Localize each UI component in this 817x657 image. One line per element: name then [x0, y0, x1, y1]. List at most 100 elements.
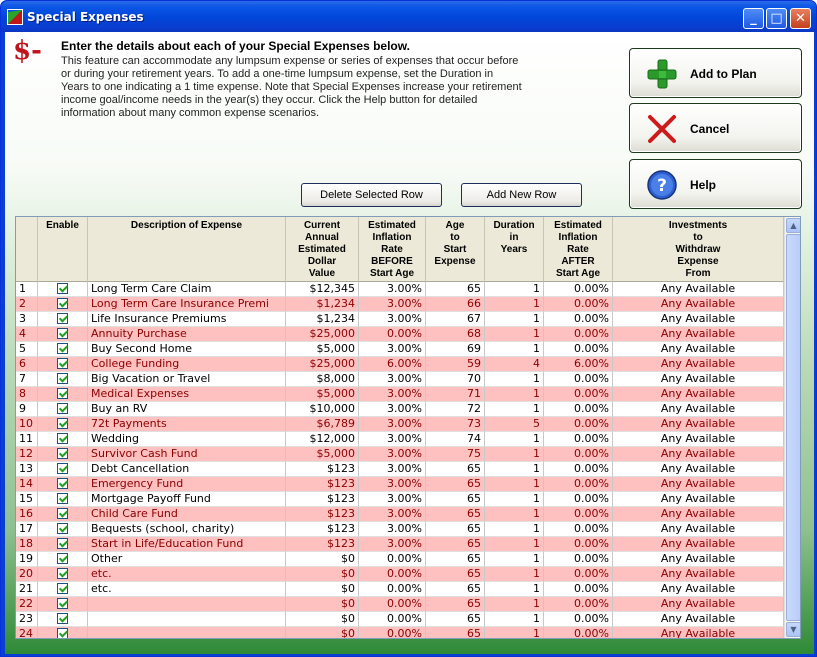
duration-cell[interactable]: 1 [485, 477, 544, 492]
table-row[interactable]: 4 Annuity Purchase $25,000 0.00% 68 1 0.00% Any… [16, 327, 784, 342]
table-row[interactable]: 11 Wedding $12,000 3.00% 74 1 0.00% Any Availab… [16, 432, 784, 447]
inflation-after-cell[interactable]: 0.00% [544, 552, 613, 567]
enable-checkbox[interactable] [38, 567, 88, 582]
start-age-cell[interactable]: 65 [426, 552, 485, 567]
duration-cell[interactable]: 1 [485, 447, 544, 462]
investments-cell[interactable]: Any Available [613, 552, 784, 567]
description-cell[interactable]: Big Vacation or Travel [88, 372, 286, 387]
table-row[interactable]: 9 Buy an RV $10,000 3.00% 72 1 0.00% Any Availa… [16, 402, 784, 417]
duration-cell[interactable]: 4 [485, 357, 544, 372]
duration-cell[interactable]: 1 [485, 597, 544, 612]
table-row[interactable]: 5 Buy Second Home $5,000 3.00% 69 1 0.00% Any A… [16, 342, 784, 357]
inflation-before-cell[interactable]: 6.00% [359, 357, 426, 372]
investments-cell[interactable]: Any Available [613, 477, 784, 492]
checkbox-checked-icon[interactable] [57, 283, 68, 294]
help-button[interactable]: ? Help [629, 159, 802, 209]
checkbox-checked-icon[interactable] [57, 433, 68, 444]
investments-cell[interactable]: Any Available [613, 327, 784, 342]
enable-checkbox[interactable] [38, 477, 88, 492]
start-age-cell[interactable]: 65 [426, 627, 485, 638]
investments-cell[interactable]: Any Available [613, 282, 784, 297]
checkbox-checked-icon[interactable] [57, 553, 68, 564]
duration-cell[interactable]: 5 [485, 417, 544, 432]
value-cell[interactable]: $8,000 [286, 372, 359, 387]
checkbox-checked-icon[interactable] [57, 373, 68, 384]
start-age-cell[interactable]: 74 [426, 432, 485, 447]
enable-checkbox[interactable] [38, 522, 88, 537]
duration-cell[interactable]: 1 [485, 432, 544, 447]
start-age-cell[interactable]: 65 [426, 582, 485, 597]
inflation-before-cell[interactable]: 3.00% [359, 282, 426, 297]
description-cell[interactable]: Other [88, 552, 286, 567]
delete-selected-row-button[interactable]: Delete Selected Row [301, 183, 442, 207]
value-cell[interactable]: $123 [286, 462, 359, 477]
investments-cell[interactable]: Any Available [613, 417, 784, 432]
close-button[interactable]: ✕ [790, 8, 811, 29]
scroll-thumb[interactable] [786, 234, 800, 621]
description-cell[interactable]: Start in Life/Education Fund [88, 537, 286, 552]
enable-checkbox[interactable] [38, 417, 88, 432]
investments-cell[interactable]: Any Available [613, 447, 784, 462]
table-row[interactable]: 12 Survivor Cash Fund $5,000 3.00% 75 1 0.00% A… [16, 447, 784, 462]
start-age-cell[interactable]: 69 [426, 342, 485, 357]
inflation-after-cell[interactable]: 0.00% [544, 582, 613, 597]
enable-checkbox[interactable] [38, 432, 88, 447]
start-age-cell[interactable]: 71 [426, 387, 485, 402]
checkbox-checked-icon[interactable] [57, 358, 68, 369]
inflation-before-cell[interactable]: 0.00% [359, 552, 426, 567]
inflation-after-cell[interactable]: 0.00% [544, 537, 613, 552]
start-age-cell[interactable]: 75 [426, 447, 485, 462]
description-cell[interactable]: Debt Cancellation [88, 462, 286, 477]
inflation-before-cell[interactable]: 3.00% [359, 417, 426, 432]
investments-cell[interactable]: Any Available [613, 492, 784, 507]
duration-cell[interactable]: 1 [485, 282, 544, 297]
description-cell[interactable]: Life Insurance Premiums [88, 312, 286, 327]
start-age-cell[interactable]: 73 [426, 417, 485, 432]
start-age-cell[interactable]: 65 [426, 462, 485, 477]
add-to-plan-button[interactable]: Add to Plan [629, 48, 802, 98]
table-row[interactable]: 20 etc. $0 0.00% 65 1 0.00% Any Available [16, 567, 784, 582]
start-age-cell[interactable]: 65 [426, 537, 485, 552]
investments-cell[interactable]: Any Available [613, 462, 784, 477]
value-cell[interactable]: $0 [286, 567, 359, 582]
inflation-before-cell[interactable]: 3.00% [359, 477, 426, 492]
table-row[interactable]: 22 $0 0.00% 65 1 0.00% Any Available [16, 597, 784, 612]
inflation-before-cell[interactable]: 3.00% [359, 462, 426, 477]
value-cell[interactable]: $12,000 [286, 432, 359, 447]
inflation-before-cell[interactable]: 3.00% [359, 402, 426, 417]
value-cell[interactable]: $1,234 [286, 312, 359, 327]
inflation-before-cell[interactable]: 3.00% [359, 522, 426, 537]
column-header-inflation-before[interactable]: Estimated Inflation Rate BEFORE Start Age [359, 217, 426, 282]
enable-checkbox[interactable] [38, 462, 88, 477]
investments-cell[interactable]: Any Available [613, 432, 784, 447]
inflation-before-cell[interactable]: 0.00% [359, 327, 426, 342]
table-row[interactable]: 19 Other $0 0.00% 65 1 0.00% Any Available [16, 552, 784, 567]
cancel-button[interactable]: Cancel [629, 103, 802, 153]
add-new-row-button[interactable]: Add New Row [461, 183, 582, 207]
checkbox-checked-icon[interactable] [57, 403, 68, 414]
table-row[interactable]: 3 Life Insurance Premiums $1,234 3.00% 67 1 0.… [16, 312, 784, 327]
investments-cell[interactable]: Any Available [613, 627, 784, 638]
description-cell[interactable] [88, 627, 286, 638]
inflation-after-cell[interactable]: 0.00% [544, 387, 613, 402]
table-row[interactable]: 17 Bequests (school, charity) $123 3.00% 65 1… [16, 522, 784, 537]
column-header-duration[interactable]: Duration in Years [485, 217, 544, 282]
investments-cell[interactable]: Any Available [613, 357, 784, 372]
enable-checkbox[interactable] [38, 342, 88, 357]
duration-cell[interactable]: 1 [485, 492, 544, 507]
inflation-after-cell[interactable]: 0.00% [544, 282, 613, 297]
duration-cell[interactable]: 1 [485, 327, 544, 342]
duration-cell[interactable]: 1 [485, 582, 544, 597]
inflation-before-cell[interactable]: 3.00% [359, 507, 426, 522]
duration-cell[interactable]: 1 [485, 627, 544, 638]
investments-cell[interactable]: Any Available [613, 537, 784, 552]
inflation-before-cell[interactable]: 3.00% [359, 432, 426, 447]
table-row[interactable]: 10 72t Payments $6,789 3.00% 73 5 0.00% Any Ava… [16, 417, 784, 432]
maximize-button[interactable]: □ [766, 8, 787, 29]
value-cell[interactable]: $0 [286, 612, 359, 627]
enable-checkbox[interactable] [38, 447, 88, 462]
description-cell[interactable]: College Funding [88, 357, 286, 372]
description-cell[interactable]: Medical Expenses [88, 387, 286, 402]
inflation-after-cell[interactable]: 0.00% [544, 597, 613, 612]
table-row[interactable]: 16 Child Care Fund $123 3.00% 65 1 0.00% Any Av… [16, 507, 784, 522]
